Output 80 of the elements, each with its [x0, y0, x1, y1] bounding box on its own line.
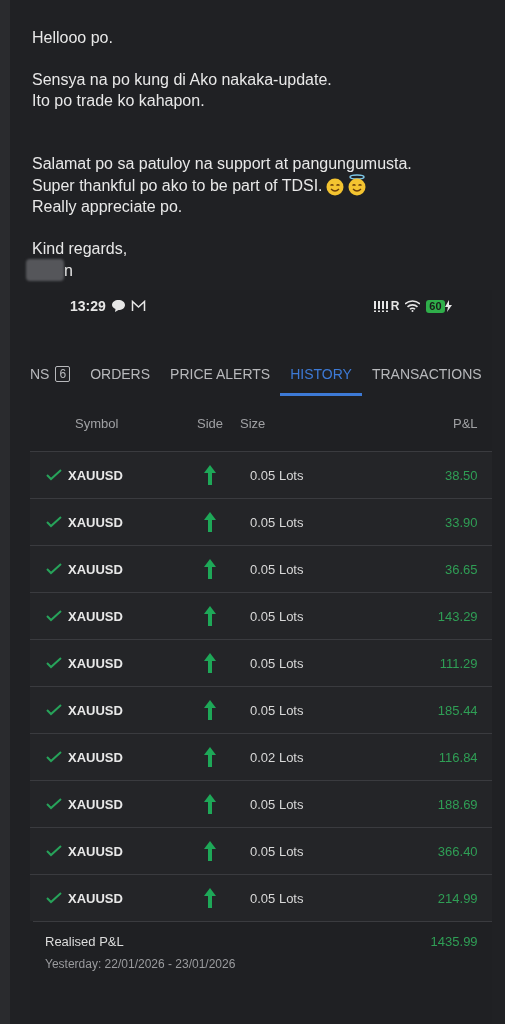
- pnl-value: 143.29: [437, 608, 478, 624]
- tab[interactable]: TRANSACTIONS: [361, 356, 492, 396]
- symbol-text: XAUUSD: [68, 467, 123, 483]
- symbol-text: XAUUSD: [68, 702, 123, 718]
- symbol-text: XAUUSD: [68, 561, 123, 577]
- chat-bubble-icon: [111, 300, 125, 312]
- size-text: 0.05 Lots: [249, 655, 304, 671]
- symbol-text: XAUUSD: [68, 843, 123, 859]
- message-text: Kind regards,: [32, 239, 128, 259]
- up-arrow-icon: [204, 465, 216, 485]
- checkmark-icon: [46, 798, 62, 810]
- size-text: 0.05 Lots: [249, 514, 304, 530]
- halo-smiley-icon: [346, 174, 367, 196]
- wifi-icon: [405, 300, 421, 312]
- checkmark-icon: [46, 657, 62, 669]
- up-arrow-icon: [204, 841, 216, 861]
- message-text: Ito po trade ko kahapon.: [32, 91, 205, 111]
- checkmark-icon: [46, 704, 62, 716]
- size-text: 0.05 Lots: [249, 467, 304, 483]
- pnl-value: 33.90: [445, 514, 478, 530]
- pnl-value: 111.29: [439, 655, 478, 671]
- redaction-blur: [26, 259, 64, 281]
- tab[interactable]: ORDERS: [80, 356, 161, 396]
- size-text: 0.05 Lots: [249, 608, 304, 624]
- network-label: R: [390, 299, 400, 313]
- tab[interactable]: PRICE ALERTS: [160, 356, 281, 396]
- symbol-text: XAUUSD: [68, 796, 123, 812]
- up-arrow-icon: [204, 559, 216, 579]
- signal-icon: [373, 300, 390, 312]
- column-header: Symbol: [74, 416, 119, 431]
- column-header: Side: [197, 416, 223, 431]
- up-arrow-icon: [204, 794, 216, 814]
- summary-total: 1435.99: [430, 934, 478, 949]
- message-text: Hellooo po.: [32, 28, 113, 48]
- message-text: Sensya na po kung di Ako nakaka-update.: [32, 70, 332, 90]
- up-arrow-icon: [204, 606, 216, 626]
- checkmark-icon: [46, 563, 62, 575]
- tab[interactable]: HISTORY: [280, 356, 362, 396]
- column-header: P&L: [453, 416, 478, 431]
- message-text: Really appreciate po.: [32, 197, 183, 217]
- size-text: 0.05 Lots: [249, 890, 304, 906]
- count-badge: 6: [55, 366, 71, 382]
- summary-label: Realised P&L: [45, 934, 125, 949]
- symbol-text: XAUUSD: [68, 749, 123, 765]
- pnl-value: 185.44: [437, 702, 478, 718]
- tab[interactable]: NS 6: [30, 356, 81, 396]
- checkmark-icon: [46, 751, 62, 763]
- symbol-text: XAUUSD: [68, 655, 123, 671]
- checkmark-icon: [46, 469, 62, 481]
- symbol-text: XAUUSD: [68, 608, 123, 624]
- checkmark-icon: [46, 516, 62, 528]
- size-text: 0.02 Lots: [249, 749, 304, 765]
- signature-text: n: [64, 260, 73, 281]
- checkmark-icon: [46, 845, 62, 857]
- size-text: 0.05 Lots: [249, 702, 304, 718]
- up-arrow-icon: [204, 747, 216, 767]
- up-arrow-icon: [204, 512, 216, 532]
- mail-icon: [130, 300, 146, 312]
- checkmark-icon: [46, 892, 62, 904]
- up-arrow-icon: [204, 653, 216, 673]
- checkmark-icon: [46, 610, 62, 622]
- size-text: 0.05 Lots: [249, 561, 304, 577]
- symbol-text: XAUUSD: [68, 890, 123, 906]
- size-text: 0.05 Lots: [249, 843, 304, 859]
- pnl-value: 38.50: [445, 467, 478, 483]
- message-text: Salamat po sa patuloy na support at pangungumusta.: [32, 154, 412, 174]
- pnl-value: 366.40: [437, 843, 478, 859]
- pnl-value: 188.69: [437, 796, 478, 812]
- up-arrow-icon: [204, 888, 216, 908]
- column-header: Size: [240, 416, 266, 431]
- pnl-value: 116.84: [438, 749, 478, 765]
- battery-level: 60: [426, 299, 445, 313]
- pnl-value: 214.99: [437, 890, 478, 906]
- up-arrow-icon: [204, 700, 216, 720]
- message-text: Super thankful po ako to be part of TDSI.: [32, 175, 323, 196]
- size-text: 0.05 Lots: [249, 796, 304, 812]
- pnl-value: 36.65: [445, 561, 478, 577]
- status-time: 13:29: [70, 298, 106, 314]
- date-range: Yesterday: 22/01/2026 - 23/01/2026: [45, 957, 237, 971]
- symbol-text: XAUUSD: [68, 514, 123, 530]
